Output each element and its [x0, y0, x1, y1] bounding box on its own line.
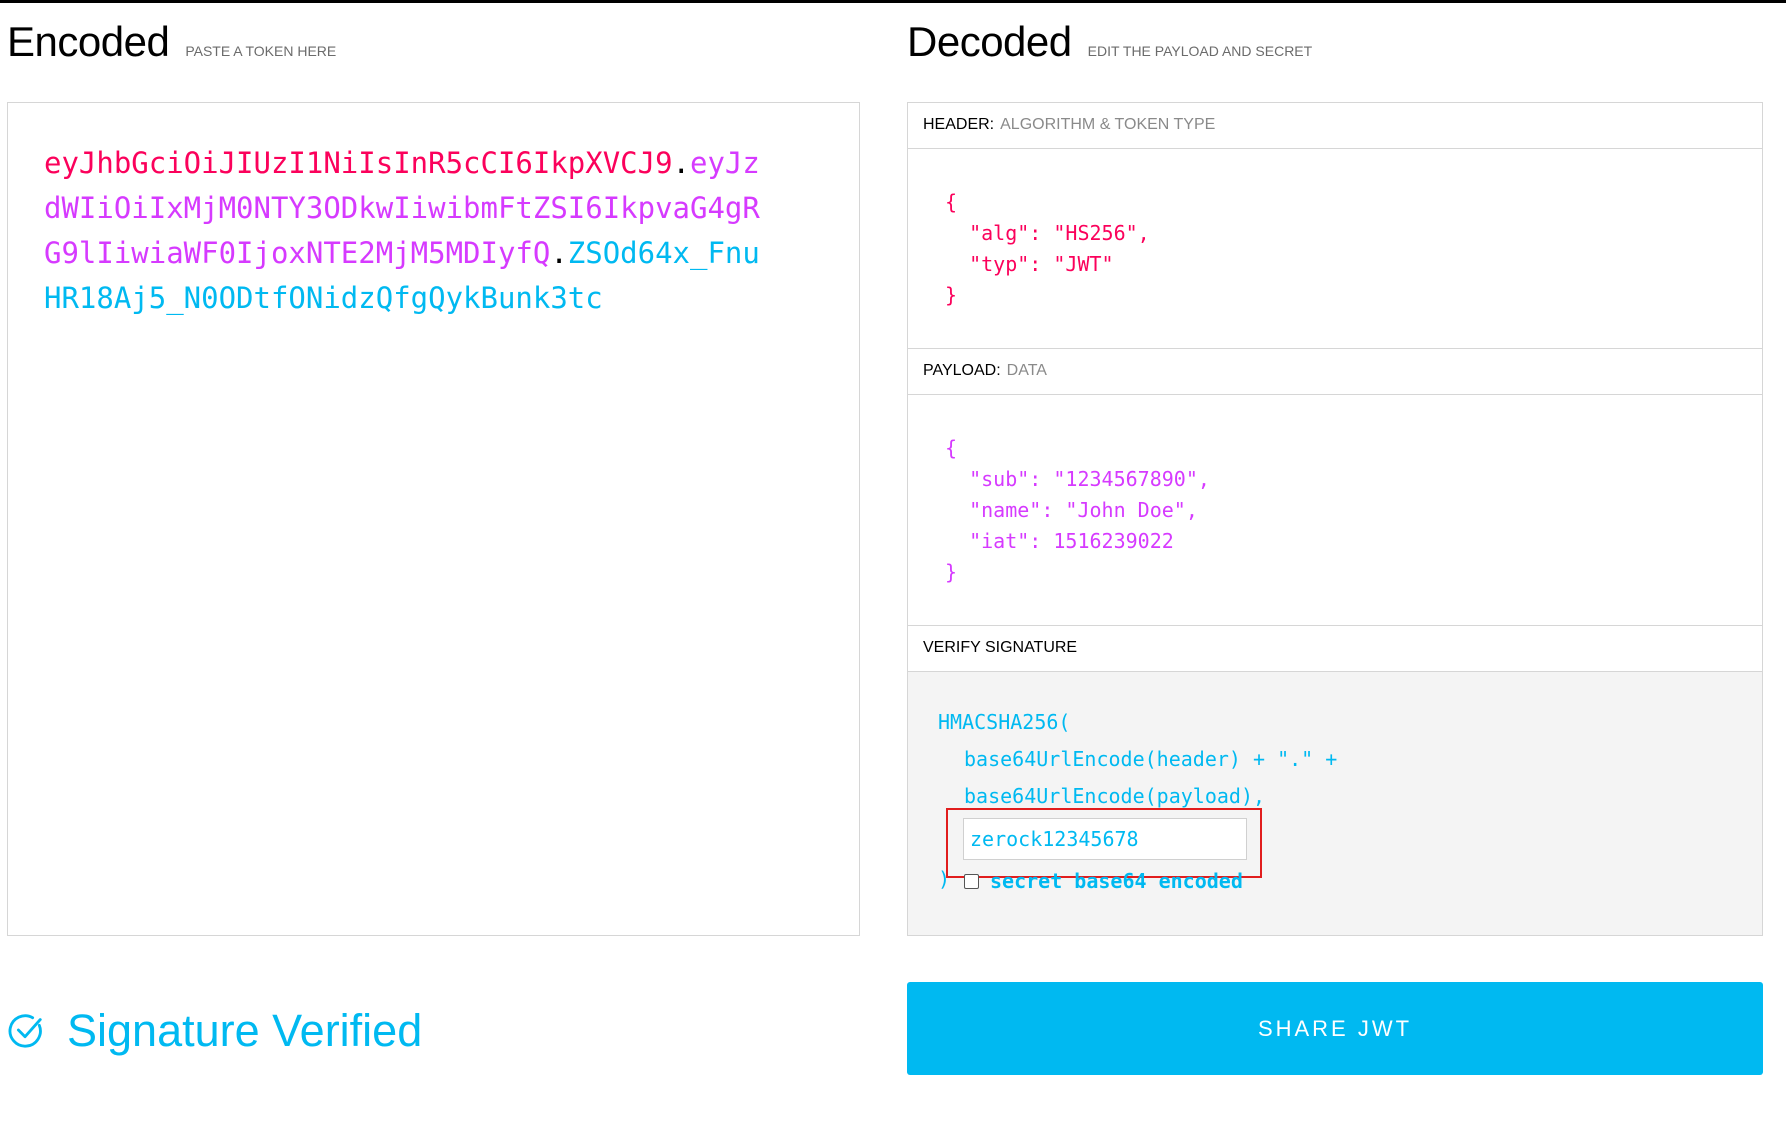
- secret-base64-checkbox[interactable]: [964, 874, 979, 889]
- payload-panel-title: PAYLOAD: DATA: [908, 349, 1762, 395]
- secret-input[interactable]: [963, 818, 1247, 860]
- verify-panel-label: VERIFY SIGNATURE: [923, 639, 1078, 656]
- verify-signature-body: HMACSHA256( base64UrlEncode(header) + ".…: [908, 672, 1762, 935]
- encode-payload-line: base64UrlEncode(payload),: [964, 784, 1266, 808]
- check-circle-icon: [8, 1014, 42, 1048]
- decoded-heading: Decoded EDIT THE PAYLOAD AND SECRET: [907, 18, 1312, 66]
- decoded-subtitle: EDIT THE PAYLOAD AND SECRET: [1087, 43, 1313, 59]
- encoded-token-editor[interactable]: eyJhbGciOiJIUzI1NiIsInR5cCI6IkpXVCJ9.eyJ…: [7, 102, 860, 936]
- decoded-title: Decoded: [907, 18, 1072, 65]
- share-jwt-button[interactable]: SHARE JWT: [907, 982, 1763, 1075]
- decoded-panels: HEADER: ALGORITHM & TOKEN TYPE { "alg": "…: [907, 102, 1763, 936]
- header-json-editor[interactable]: { "alg": "HS256", "typ": "JWT" }: [908, 149, 1762, 349]
- payload-panel-sub: DATA: [1006, 362, 1047, 379]
- encoded-token-text[interactable]: eyJhbGciOiJIUzI1NiIsInR5cCI6IkpXVCJ9.eyJ…: [44, 141, 764, 321]
- token-dot: .: [672, 146, 691, 180]
- top-border: [0, 0, 1786, 3]
- encoded-subtitle: PASTE A TOKEN HERE: [185, 43, 337, 59]
- header-panel-sub: ALGORITHM & TOKEN TYPE: [1000, 116, 1216, 133]
- encoded-title: Encoded: [7, 18, 170, 65]
- header-panel-label: HEADER:: [923, 116, 995, 133]
- header-panel-title: HEADER: ALGORITHM & TOKEN TYPE: [908, 103, 1762, 149]
- encode-header-line: base64UrlEncode(header) + "." +: [964, 747, 1338, 771]
- signature-status: Signature Verified: [7, 1005, 422, 1057]
- verify-panel-title: VERIFY SIGNATURE: [908, 626, 1762, 672]
- payload-panel-label: PAYLOAD:: [923, 362, 1001, 379]
- close-paren: ): [938, 867, 951, 891]
- token-dot: .: [550, 236, 568, 270]
- payload-json-editor[interactable]: { "sub": "1234567890", "name": "John Doe…: [908, 395, 1762, 626]
- signature-status-text: Signature Verified: [67, 1005, 423, 1056]
- payload-json[interactable]: { "sub": "1234567890", "name": "John Doe…: [945, 433, 1210, 588]
- header-json[interactable]: { "alg": "HS256", "typ": "JWT" }: [945, 187, 1150, 311]
- token-header-part: eyJhbGciOiJIUzI1NiIsInR5cCI6IkpXVCJ9: [44, 146, 673, 180]
- hmac-func-line: HMACSHA256(: [938, 710, 1071, 734]
- secret-base64-label[interactable]: secret base64 encoded: [990, 869, 1243, 893]
- encoded-heading: Encoded PASTE A TOKEN HERE: [7, 18, 336, 66]
